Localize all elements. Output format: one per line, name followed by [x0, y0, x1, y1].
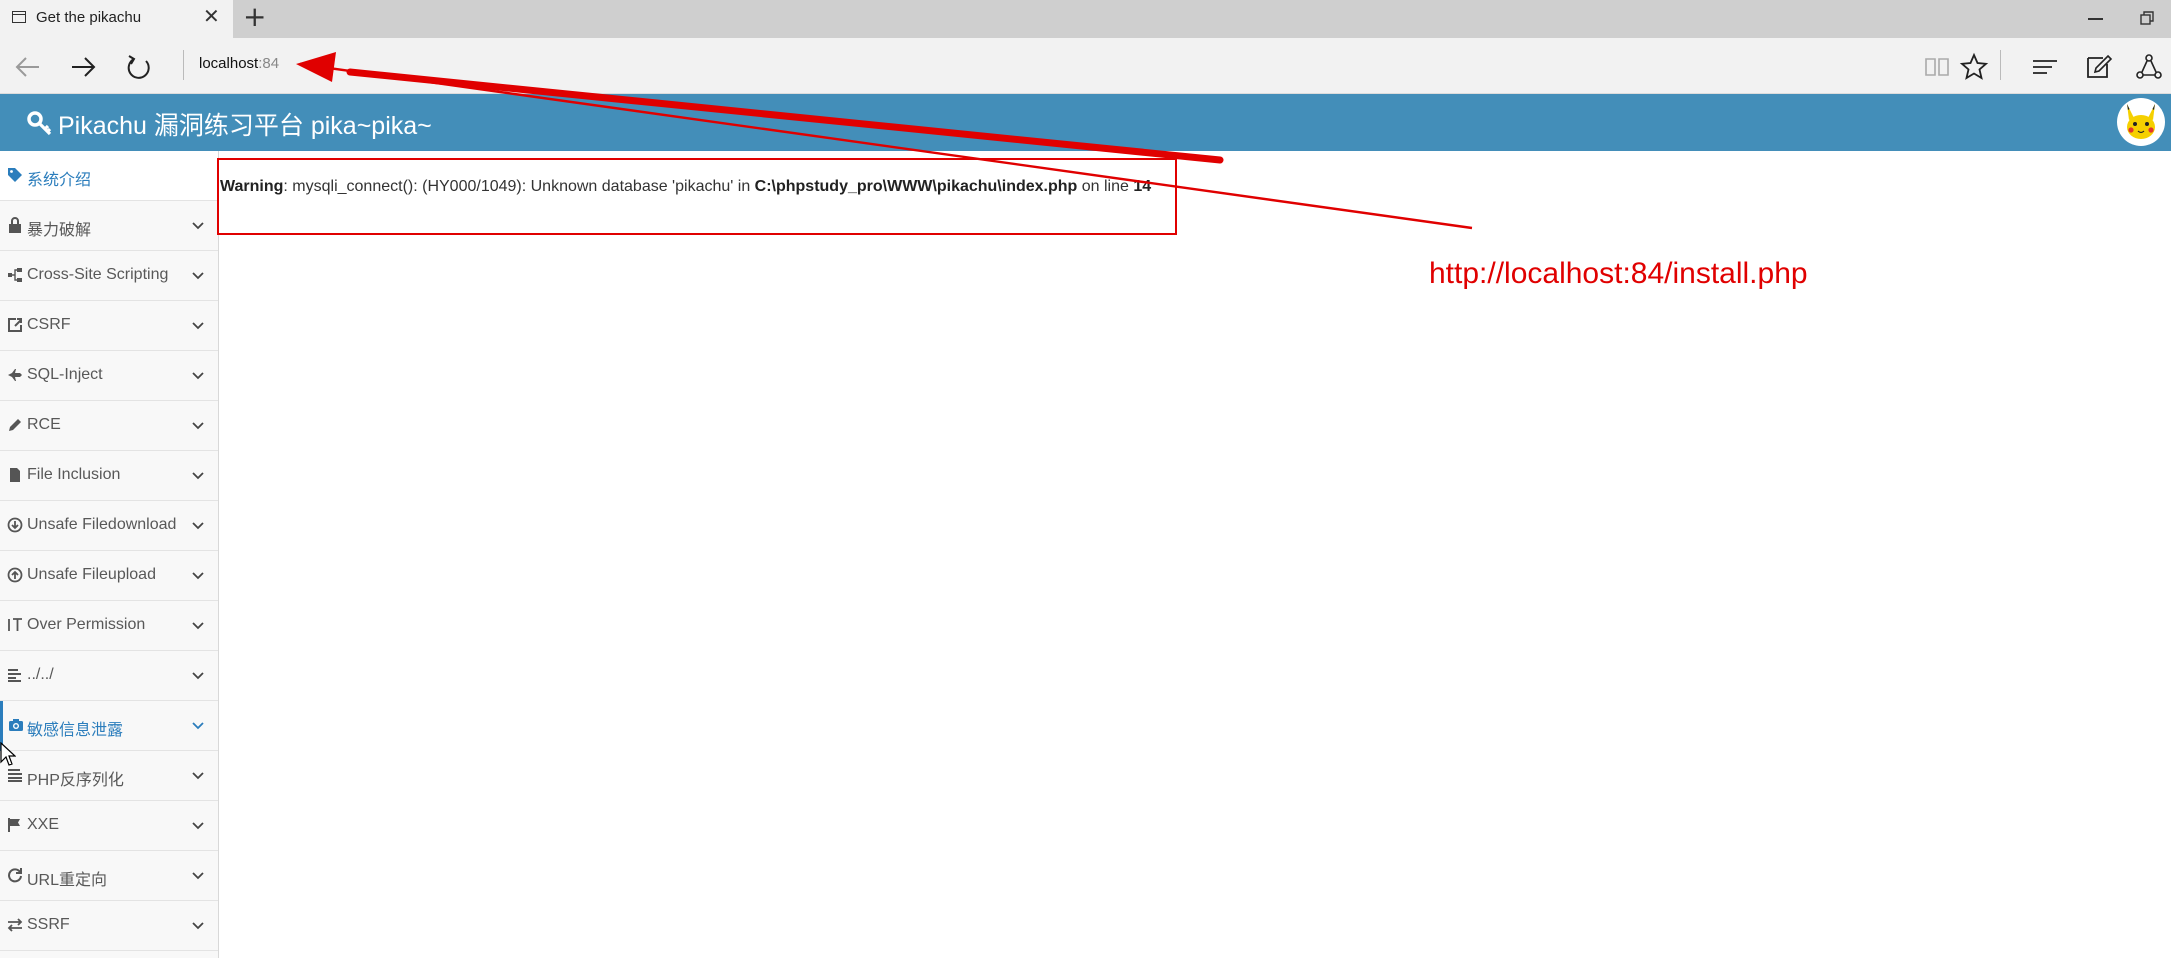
browser-navbar: localhost:84 [0, 38, 2171, 94]
sidebar-item-label: Cross-Site Scripting [27, 266, 169, 283]
chevron-down-icon [192, 222, 204, 230]
sidebar-item-label: CSRF [27, 316, 71, 333]
favorite-star-icon[interactable] [1959, 52, 1989, 82]
avatar[interactable] [2117, 98, 2165, 146]
sidebar-item-label: 敏感信息泄露 [27, 722, 124, 739]
chevron-down-icon [192, 572, 204, 580]
sidebar-item-unsafe-fileupload[interactable]: Unsafe Fileupload [0, 551, 218, 601]
sidebar-item-label: ../../ [27, 666, 54, 683]
sidebar-item-php-unserialize[interactable]: PHP反序列化 [0, 751, 218, 801]
sidebar-item-csrf[interactable]: CSRF [0, 301, 218, 351]
pencil-icon [9, 419, 21, 431]
sitemap-icon [8, 268, 22, 282]
web-note-icon[interactable] [2083, 52, 2113, 82]
key-icon [27, 111, 52, 136]
chevron-down-icon [192, 672, 204, 680]
sidebar-item-dir-traversal[interactable]: ../../ [0, 651, 218, 701]
address-separator [183, 50, 184, 80]
reading-view-icon[interactable] [1922, 52, 1952, 82]
chevron-down-icon [192, 722, 204, 730]
share-square-icon [8, 318, 22, 332]
sidebar-item-info-leak[interactable]: 敏感信息泄露 [0, 701, 218, 751]
sidebar-item-label: 系统介绍 [27, 172, 92, 189]
exchange-icon [7, 918, 23, 932]
back-icon[interactable] [13, 52, 43, 82]
sidebar-item-system-intro[interactable]: 系统介绍 [0, 151, 218, 201]
sidebar-item-label: URL重定向 [27, 872, 108, 889]
sidebar-item-label: Unsafe Fileupload [27, 566, 156, 583]
forward-icon[interactable] [68, 52, 98, 82]
download-circle-icon [7, 517, 23, 533]
file-icon [10, 468, 20, 482]
browser-tab[interactable]: Get the pikachu ✕ [0, 0, 233, 38]
tab-title: Get the pikachu [36, 9, 142, 26]
sidebar-item-label: File Inclusion [27, 466, 121, 483]
sidebar-item-label: RCE [27, 416, 61, 433]
chevron-down-icon [192, 372, 204, 380]
sidebar-item-xss[interactable]: Cross-Site Scripting [0, 251, 218, 301]
sidebar-item-label: SQL-Inject [27, 366, 103, 383]
sidebar-item-over-permission[interactable]: Over Permission [0, 601, 218, 651]
sidebar-item-label: Over Permission [27, 616, 146, 633]
sidebar-item-ssrf[interactable]: SSRF [0, 901, 218, 951]
chevron-down-icon [192, 322, 204, 330]
sidebar-item-label: 暴力破解 [27, 222, 92, 239]
page-icon [12, 11, 26, 23]
annotation-url: http://localhost:84/install.php [1429, 257, 1808, 290]
close-tab-icon[interactable]: ✕ [203, 6, 220, 26]
site-title[interactable]: Pikachu 漏洞练习平台 pika~pika~ [58, 106, 432, 142]
mouse-cursor-icon [0, 742, 16, 766]
sidebar-item-rce[interactable]: RCE [0, 401, 218, 451]
align-justify-icon [8, 769, 22, 782]
camera-icon [9, 719, 23, 731]
sidebar-item-label: XXE [27, 816, 60, 833]
hub-icon[interactable] [2030, 52, 2060, 82]
sidebar-item-url-redirect[interactable]: URL重定向 [0, 851, 218, 901]
sidebar-item-sql-inject[interactable]: SQL-Inject [0, 351, 218, 401]
chevron-down-icon [192, 922, 204, 930]
lock-icon [9, 217, 21, 233]
chevron-down-icon [192, 822, 204, 830]
fighter-jet-icon [8, 369, 22, 381]
align-left-icon [8, 669, 21, 682]
restore-window-icon[interactable] [2140, 11, 2154, 25]
sidebar-item-unsafe-filedownload[interactable]: Unsafe Filedownload [0, 501, 218, 551]
sidebar-item-label: SSRF [27, 916, 70, 933]
chevron-down-icon [192, 522, 204, 530]
chevron-down-icon [192, 422, 204, 430]
new-tab-icon[interactable]: + [243, 3, 266, 31]
sidebar-item-brute-force[interactable]: 暴力破解 [0, 201, 218, 251]
chevron-down-icon [192, 272, 204, 280]
pikachu-avatar-icon [2118, 99, 2164, 145]
address-bar[interactable]: localhost:84 [199, 55, 279, 72]
chevron-down-icon [192, 622, 204, 630]
browser-tab-strip: Get the pikachu ✕ + [0, 0, 2171, 38]
chevron-down-icon [192, 872, 204, 880]
upload-circle-icon [7, 567, 23, 583]
tag-icon [8, 168, 22, 182]
sidebar-item-label: PHP反序列化 [27, 772, 124, 789]
sidebar-item-xxe[interactable]: XXE [0, 801, 218, 851]
minimize-icon[interactable] [2088, 18, 2103, 20]
sidebar: 系统介绍 暴力破解 Cross-Site Scripting CSRF SQL-… [0, 151, 219, 958]
sidebar-item-label: Unsafe Filedownload [27, 516, 177, 533]
chevron-down-icon [192, 772, 204, 780]
sidebar-item-file-inclusion[interactable]: File Inclusion [0, 451, 218, 501]
text-height-icon [8, 618, 22, 631]
toolbar-separator [2000, 50, 2001, 80]
refresh-icon [8, 868, 22, 883]
share-icon[interactable] [2134, 52, 2164, 82]
refresh-icon[interactable] [124, 52, 154, 82]
php-warning-message: Warning: mysqli_connect(): (HY000/1049):… [220, 178, 1152, 195]
chevron-down-icon [192, 472, 204, 480]
warning-highlight-box [217, 158, 1177, 235]
flag-icon [8, 818, 20, 832]
